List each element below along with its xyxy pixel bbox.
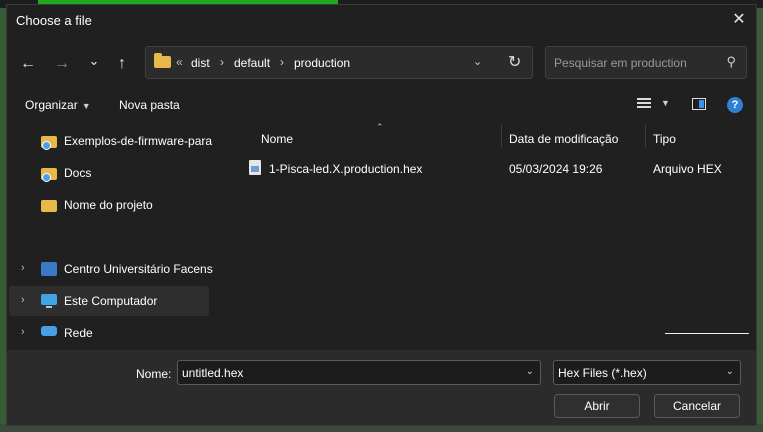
sidebar-item-label: Exemplos-de-firmware-para [64,134,213,148]
file-dialog: Choose a file ✕ ← → ⌄ ↑ « dist › default… [6,4,757,426]
bottom-panel: Nome: ⌄ Hex Files (*.hex) ⌄ Abrir Cancel… [7,350,756,425]
title-bar: Choose a file ✕ [7,5,756,35]
search-icon[interactable]: ⚲ [726,54,736,70]
forward-arrow-icon[interactable]: → [50,52,74,76]
organize-label: Organizar [25,98,78,112]
column-header-name[interactable]: Nome [261,132,293,146]
network-icon [41,326,57,336]
folder-icon [154,53,171,68]
sidebar-item-centro-universitario[interactable]: › Centro Universitário Facens [9,254,213,284]
expand-chevron-icon[interactable]: › [21,262,25,274]
dialog-title: Choose a file [16,13,92,28]
search-box[interactable]: ⚲ [545,46,747,79]
sidebar-item-label: Este Computador [64,294,158,308]
navigation-pane: Exemplos-de-firmware-para Docs Nome do p… [7,122,227,415]
filename-input[interactable] [182,365,512,381]
column-divider[interactable] [501,124,502,148]
refresh-icon[interactable]: ↻ [508,52,521,72]
file-modified: 05/03/2024 19:26 [509,162,603,176]
sidebar-item-nome-do-projeto[interactable]: Nome do projeto [9,190,209,220]
address-dropdown-icon[interactable]: ⌄ [473,55,482,68]
up-arrow-icon[interactable]: ↑ [110,52,134,76]
back-arrow-icon[interactable]: ← [16,52,40,76]
preview-pane-icon[interactable] [692,98,706,110]
column-header-type[interactable]: Tipo [653,132,676,146]
view-list-icon[interactable] [637,98,651,110]
breadcrumb-dist[interactable]: dist [191,56,210,70]
breadcrumb-chevron-icon[interactable]: › [220,55,224,69]
computer-icon [41,294,57,308]
file-list: ⌃ Nome Data de modificação Tipo 1-Pisca-… [229,122,756,350]
expand-chevron-icon[interactable]: › [21,326,25,338]
sidebar-item-este-computador[interactable]: › Este Computador [9,286,209,316]
caret-down-icon: ▼ [81,101,91,111]
breadcrumb-default[interactable]: default [234,56,270,70]
filename-combobox[interactable]: ⌄ [177,360,541,385]
hex-file-icon [249,160,261,175]
close-icon[interactable]: ✕ [728,9,750,31]
column-divider[interactable] [645,124,646,148]
sidebar-item-docs[interactable]: Docs [9,158,209,188]
sidebar-item-label: Nome do projeto [64,198,153,212]
cancel-button[interactable]: Cancelar [654,394,740,418]
column-header-modified[interactable]: Data de modificação [509,132,618,146]
search-input[interactable] [554,54,714,72]
open-button[interactable]: Abrir [554,394,640,418]
folder-network-icon [41,136,57,150]
scroll-edge-line [665,333,749,334]
address-bar[interactable]: « dist › default › production ⌄ ↻ [145,46,533,79]
folder-network-icon [41,168,57,182]
recent-locations-chevron-icon[interactable]: ⌄ [82,49,106,73]
background-app-right [757,0,763,432]
view-options-caret-icon[interactable]: ▼ [661,98,670,108]
sidebar-item-label: Rede [64,326,93,340]
folder-icon [41,200,57,212]
file-type: Arquivo HEX [653,162,722,176]
expand-chevron-icon[interactable]: › [21,294,25,306]
sidebar-item-label: Centro Universitário Facens [64,262,213,276]
sidebar-item-exemplos[interactable]: Exemplos-de-firmware-para [9,126,212,156]
file-type-select[interactable]: Hex Files (*.hex) ⌄ [553,360,741,385]
building-icon [41,262,57,276]
sidebar-item-label: Docs [64,166,92,180]
help-icon[interactable]: ? [727,97,743,113]
sort-ascending-icon: ⌃ [376,122,384,132]
breadcrumb-production[interactable]: production [294,56,350,70]
breadcrumb-chevron-icon[interactable]: › [280,55,284,69]
sidebar-item-rede[interactable]: › Rede [9,318,209,348]
file-type-value: Hex Files (*.hex) [558,366,647,380]
filename-label: Nome: [136,367,172,381]
overflow-chevron-icon[interactable]: « [176,55,183,69]
new-folder-button[interactable]: Nova pasta [119,98,180,112]
chevron-down-icon[interactable]: ⌄ [726,366,734,377]
file-name: 1-Pisca-led.X.production.hex [269,162,423,176]
organize-button[interactable]: Organizar ▼ [25,98,91,112]
chevron-down-icon[interactable]: ⌄ [526,366,534,377]
